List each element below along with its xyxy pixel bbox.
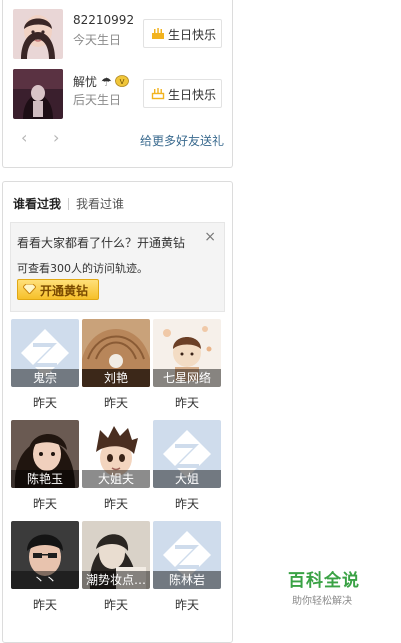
birthday-when: 后天生日 bbox=[73, 93, 122, 107]
visitor-name: 七星网络 bbox=[153, 369, 221, 387]
friend-avatar[interactable] bbox=[13, 69, 63, 119]
visit-time: 昨天 bbox=[32, 598, 57, 612]
visit-time: 昨天 bbox=[103, 598, 128, 612]
tab-who-i-visited[interactable]: 我看过谁 bbox=[76, 197, 124, 211]
happy-birthday-button[interactable]: 生日快乐 bbox=[143, 19, 222, 48]
happy-birthday-label: 生日快乐 bbox=[168, 88, 217, 102]
umbrella-icon: ☂ bbox=[100, 75, 112, 89]
visitor-card[interactable]: 陈林岩 昨天 bbox=[153, 521, 221, 612]
promo-text: 看看大家都看了什么？开通黄钻 bbox=[17, 236, 186, 250]
visitor-avatar[interactable]: 大姐 bbox=[153, 420, 221, 488]
visit-time: 昨天 bbox=[103, 396, 128, 410]
chevron-left-icon[interactable]: ‹ bbox=[21, 128, 27, 147]
promo-subtext: 可查看300人的访问轨迹。 bbox=[17, 262, 148, 275]
visitor-avatar[interactable]: 丶丶 bbox=[11, 521, 79, 589]
tab-divider bbox=[68, 198, 70, 210]
visitor-avatar[interactable]: 陈林岩 bbox=[153, 521, 221, 589]
chevron-right-icon[interactable]: › bbox=[53, 128, 59, 147]
yellow-diamond-promo: 看看大家都看了什么？开通黄钻 可查看300人的访问轨迹。 × 开通黄钻 bbox=[10, 222, 225, 312]
visitor-card[interactable]: 丶丶 昨天 bbox=[11, 521, 79, 612]
baike-watermark-logo: 百科全说 助你轻松解决 bbox=[288, 566, 368, 607]
visitor-avatar[interactable]: 鬼宗 bbox=[11, 319, 79, 387]
birthday-friend-row: 82210992 今天生日 生日快乐 bbox=[13, 9, 225, 61]
close-icon[interactable]: × bbox=[204, 229, 216, 245]
visitor-card[interactable]: 大姐 昨天 bbox=[153, 420, 221, 511]
visitor-avatar[interactable]: 刘艳 bbox=[82, 319, 150, 387]
visitor-card[interactable]: 潮势妆点… 昨天 bbox=[82, 521, 150, 612]
svg-text:V: V bbox=[120, 78, 125, 86]
watermark-slogan: 助你轻松解决 bbox=[292, 596, 352, 607]
visit-time: 昨天 bbox=[32, 497, 57, 511]
diamond-icon bbox=[23, 284, 36, 294]
visitor-avatar[interactable]: 陈艳玉 bbox=[11, 420, 79, 488]
open-yellow-diamond-button[interactable]: 开通黄钻 bbox=[17, 279, 99, 300]
visitor-name: 大姐夫 bbox=[82, 470, 150, 488]
visitor-tabs: 谁看过我 我看过谁 bbox=[13, 195, 124, 212]
visitor-name: 大姐 bbox=[153, 470, 221, 488]
friend-name[interactable]: 82210992 bbox=[73, 13, 134, 27]
visitors-panel: 谁看过我 我看过谁 看看大家都看了什么？开通黄钻 可查看300人的访问轨迹。 × … bbox=[2, 181, 233, 643]
cake-icon bbox=[151, 88, 165, 100]
friend-avatar[interactable] bbox=[13, 9, 63, 59]
visitor-card[interactable]: 鬼宗 昨天 bbox=[11, 319, 79, 410]
visitor-avatar[interactable]: 七星网络 bbox=[153, 319, 221, 387]
visitor-name: 鬼宗 bbox=[11, 369, 79, 387]
happy-birthday-button[interactable]: 生日快乐 bbox=[143, 79, 222, 108]
watermark-title: 百科全说 bbox=[288, 571, 360, 591]
visitor-name: 陈艳玉 bbox=[11, 470, 79, 488]
cake-icon bbox=[152, 28, 164, 39]
send-gift-link[interactable]: 给更多好友送礼 bbox=[140, 132, 224, 149]
visitor-card[interactable]: 刘艳 昨天 bbox=[82, 319, 150, 410]
visit-time: 昨天 bbox=[32, 396, 57, 410]
birthday-panel: 82210992 今天生日 生日快乐 解忧 ☂ V 后天生日 生日快乐 ‹ › … bbox=[2, 0, 233, 168]
birthday-when: 今天生日 bbox=[73, 33, 122, 47]
visitor-name: 丶丶 bbox=[11, 571, 79, 589]
visitor-name: 潮势妆点… bbox=[82, 571, 150, 589]
visitor-name: 陈林岩 bbox=[153, 571, 221, 589]
open-yellow-diamond-label: 开通黄钻 bbox=[40, 284, 89, 298]
birthday-friend-row: 解忧 ☂ V 后天生日 生日快乐 bbox=[13, 69, 225, 121]
visitor-card[interactable]: 七星网络 昨天 bbox=[153, 319, 221, 410]
visitor-name: 刘艳 bbox=[82, 369, 150, 387]
visit-time: 昨天 bbox=[103, 497, 128, 511]
friend-name-text: 解忧 bbox=[73, 75, 98, 89]
visit-time: 昨天 bbox=[174, 598, 199, 612]
vip-badge-icon: V bbox=[115, 75, 130, 87]
visitor-card[interactable]: 陈艳玉 昨天 bbox=[11, 420, 79, 511]
tab-who-visited-me[interactable]: 谁看过我 bbox=[13, 197, 61, 211]
friend-name[interactable]: 解忧 ☂ V bbox=[73, 73, 130, 90]
happy-birthday-label: 生日快乐 bbox=[168, 28, 217, 42]
visit-time: 昨天 bbox=[174, 497, 199, 511]
visitor-avatar[interactable]: 大姐夫 bbox=[82, 420, 150, 488]
visitor-avatar[interactable]: 潮势妆点… bbox=[82, 521, 150, 589]
visitor-card[interactable]: 大姐夫 昨天 bbox=[82, 420, 150, 511]
visit-time: 昨天 bbox=[174, 396, 199, 410]
